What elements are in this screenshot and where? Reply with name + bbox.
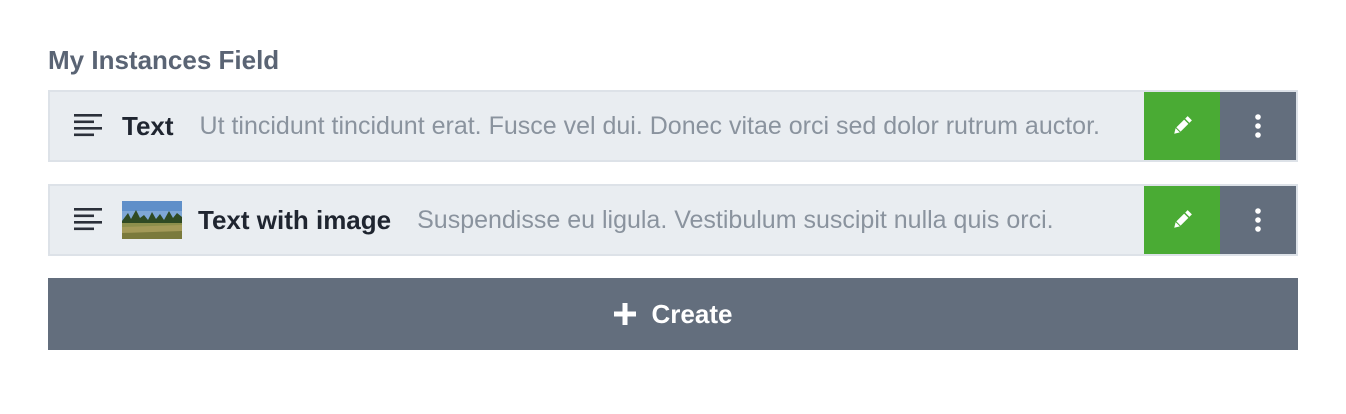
instance-summary: Suspendisse eu ligula. Vestibulum suscip… [417,205,1054,234]
create-button[interactable]: Create [48,278,1298,350]
create-button-label: Create [651,298,733,329]
more-options-button[interactable] [1220,92,1296,160]
landscape-thumbnail [122,201,182,239]
align-left-icon [74,114,102,137]
field-label: My Instances Field [48,45,280,75]
instance-row: Text Ut tincidunt tincidunt erat. Fusce … [48,90,1298,162]
pencil-icon [1174,116,1192,134]
edit-button[interactable] [1144,186,1220,254]
edit-button[interactable] [1144,92,1220,160]
pencil-icon [1174,210,1192,228]
instance-title: Text with image [198,204,392,235]
vertical-ellipsis-icon [1255,114,1261,138]
instance-summary: Ut tincidunt tincidunt erat. Fusce vel d… [199,111,1100,140]
instance-summary-area[interactable]: Text Ut tincidunt tincidunt erat. Fusce … [50,92,1144,160]
more-options-button[interactable] [1220,186,1296,254]
instance-title: Text [122,110,174,141]
instance-row: Text with image Suspendisse eu ligula. V… [48,184,1298,256]
align-left-icon [74,208,102,231]
instance-summary-area[interactable]: Text with image Suspendisse eu ligula. V… [50,186,1144,254]
instances-field: My Instances Field Text Ut tincidunt tin… [48,40,1298,350]
vertical-ellipsis-icon [1255,208,1261,232]
plus-icon [613,303,636,325]
